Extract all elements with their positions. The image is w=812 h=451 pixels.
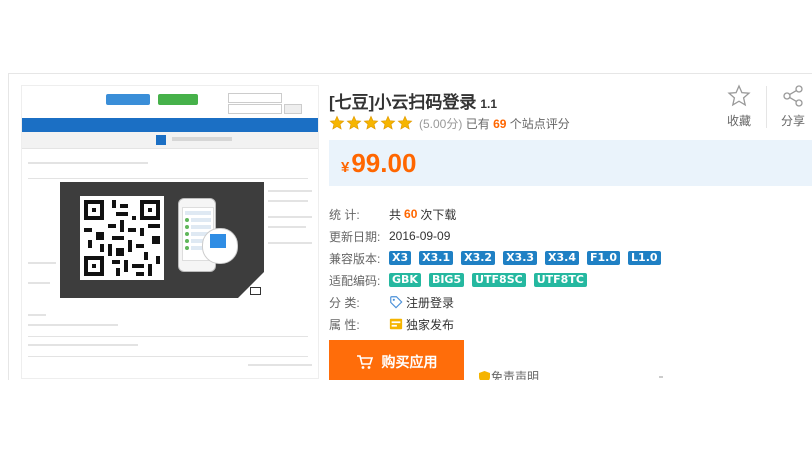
rating-prefix: 已有 bbox=[465, 116, 490, 131]
share-label: 分享 bbox=[780, 114, 805, 128]
preview-text-line bbox=[248, 364, 312, 366]
preview-divider bbox=[28, 336, 308, 337]
star-icon bbox=[397, 115, 413, 130]
shield-icon bbox=[479, 370, 490, 380]
star-icon bbox=[346, 115, 362, 130]
preview-text-line bbox=[268, 200, 308, 202]
product-preview-image[interactable] bbox=[21, 85, 319, 379]
preview-blue-button bbox=[106, 94, 150, 105]
price-currency: ¥ bbox=[341, 159, 350, 176]
category-value[interactable]: 注册登录 bbox=[406, 294, 454, 311]
price-amount: 99.00 bbox=[351, 148, 417, 178]
encoding-tag[interactable]: BIG5 bbox=[428, 273, 465, 287]
rating-row: (5.00分) 已有 69 个站点评分 bbox=[329, 114, 570, 132]
preview-text-line bbox=[268, 216, 312, 218]
product-version: 1.1 bbox=[480, 97, 498, 111]
preview-text-line bbox=[28, 262, 56, 264]
attribute-label: 属 性: bbox=[329, 317, 360, 332]
share-button[interactable]: 分享 bbox=[773, 84, 812, 129]
favorite-label: 收藏 bbox=[726, 114, 751, 128]
preview-text-line bbox=[268, 242, 312, 244]
disclaimer-link[interactable]: 免责声明 bbox=[478, 368, 539, 380]
compat-tag[interactable]: X3.1 bbox=[419, 251, 454, 265]
star-icon bbox=[329, 115, 345, 130]
attribute-row: 属 性: 独家发布 bbox=[329, 315, 454, 333]
rating-stars bbox=[329, 115, 414, 131]
rating-count: 69 bbox=[493, 116, 507, 131]
encoding-label: 适配编码: bbox=[329, 273, 381, 288]
preview-password-field bbox=[228, 104, 282, 114]
preview-text-line bbox=[28, 344, 138, 346]
scan-symbol-icon bbox=[210, 234, 226, 248]
encoding-row: 适配编码: GBK BIG5 UTF8SC UTF8TC bbox=[329, 271, 595, 289]
rating-summary: (5.00分) 已有 69 个站点评分 bbox=[419, 115, 570, 132]
exclusive-badge-icon bbox=[389, 318, 403, 330]
compat-versions-row: 兼容版本: X3 X3.1 X3.2 X3.3 X3.4 F1.0 L1.0 bbox=[329, 249, 669, 267]
preview-text-line bbox=[28, 162, 148, 164]
encoding-tag[interactable]: UTF8TC bbox=[533, 273, 587, 287]
price: ¥99.00 bbox=[341, 148, 416, 179]
download-stats-prefix: 共 bbox=[389, 207, 402, 222]
preview-green-button bbox=[158, 94, 198, 105]
compat-tag[interactable]: L1.0 bbox=[628, 251, 661, 265]
download-count: 60 bbox=[404, 207, 418, 221]
compat-tag[interactable]: X3.3 bbox=[503, 251, 538, 265]
preview-text-line bbox=[268, 190, 312, 192]
app-detail-card: [七豆]小云扫码登录 1.1 (5.00分) 已有 69 个站点评分 收藏 分享 … bbox=[8, 73, 812, 380]
update-date-label: 更新日期: bbox=[329, 229, 381, 244]
share-icon bbox=[783, 85, 803, 107]
compat-tag[interactable]: X3.4 bbox=[545, 251, 580, 265]
product-name: [七豆]小云扫码登录 bbox=[329, 93, 477, 112]
product-title: [七豆]小云扫码登录 1.1 bbox=[329, 88, 497, 113]
buy-app-button[interactable]: 购买应用 bbox=[329, 340, 464, 380]
encoding-tag[interactable]: UTF8SC bbox=[472, 273, 526, 287]
preview-text-line bbox=[28, 314, 46, 316]
preview-login-button bbox=[284, 104, 302, 114]
download-stats-label: 统 计: bbox=[329, 207, 360, 222]
attribute-value: 独家发布 bbox=[406, 317, 455, 332]
update-date-value: 2016-09-09 bbox=[389, 229, 451, 243]
qr-code-icon bbox=[80, 196, 164, 280]
preview-username-field bbox=[228, 93, 282, 103]
action-divider bbox=[766, 86, 767, 128]
update-date-row: 更新日期: 2016-09-09 bbox=[329, 227, 450, 245]
preview-text-line bbox=[28, 282, 50, 284]
encoding-tag[interactable]: GBK bbox=[389, 273, 421, 287]
star-outline-icon bbox=[727, 84, 751, 107]
buy-app-label: 购买应用 bbox=[381, 354, 438, 370]
star-icon bbox=[363, 115, 379, 130]
rating-score: (5.00分) bbox=[419, 116, 463, 131]
divider-mark bbox=[659, 376, 663, 378]
tag-icon bbox=[390, 296, 403, 309]
compat-tag[interactable]: F1.0 bbox=[587, 251, 621, 265]
disclaimer-label: 免责声明 bbox=[491, 370, 540, 380]
preview-search-bar bbox=[22, 132, 318, 149]
category-label: 分 类: bbox=[329, 295, 360, 310]
compat-versions-label: 兼容版本: bbox=[329, 251, 381, 266]
preview-divider bbox=[28, 356, 308, 357]
preview-divider bbox=[28, 178, 308, 179]
monitor-icon bbox=[250, 287, 261, 295]
compat-tag[interactable]: X3 bbox=[389, 251, 412, 265]
download-stats-row: 统 计: 共 60 次下载 bbox=[329, 205, 456, 223]
download-stats-suffix: 次下载 bbox=[420, 207, 457, 222]
cart-icon bbox=[356, 355, 373, 369]
compat-tag[interactable]: X3.2 bbox=[461, 251, 496, 265]
category-row: 分 类: 注册登录 bbox=[329, 293, 454, 311]
preview-text-line bbox=[28, 324, 118, 326]
price-box: ¥99.00 bbox=[329, 140, 812, 186]
preview-qr-login-popup bbox=[60, 182, 264, 298]
preview-nav-bar bbox=[22, 118, 318, 132]
favorite-button[interactable]: 收藏 bbox=[719, 84, 759, 129]
star-icon bbox=[380, 115, 396, 130]
rating-suffix: 个站点评分 bbox=[509, 116, 570, 131]
preview-text-line bbox=[268, 226, 306, 228]
